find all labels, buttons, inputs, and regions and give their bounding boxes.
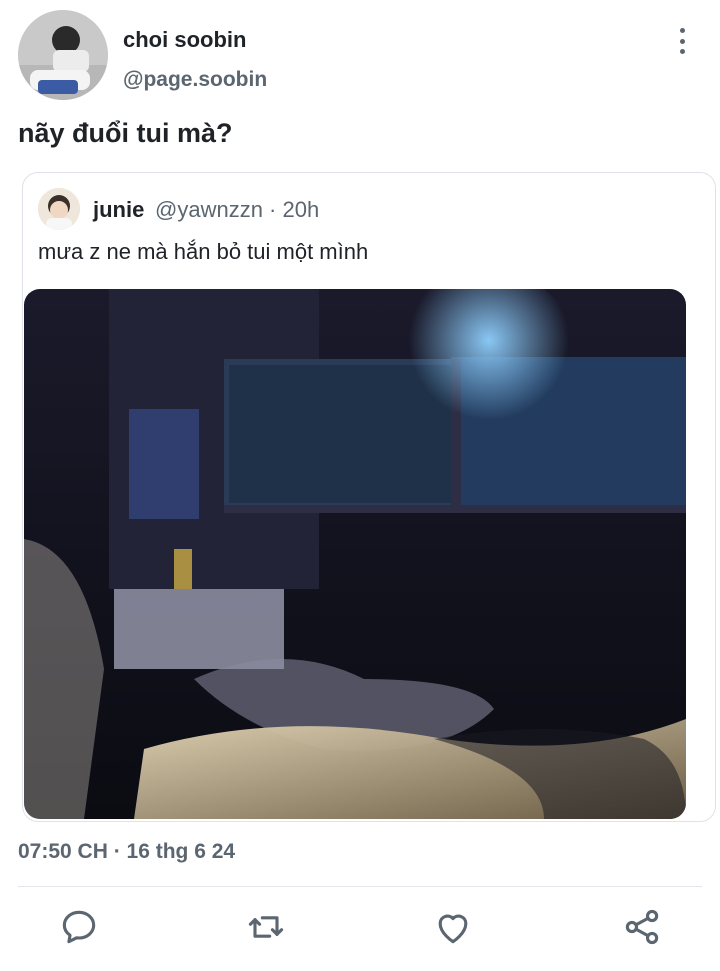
- post-timestamp: 07:50 CH · 16 thg 6 24: [18, 840, 236, 863]
- quoted-author-name: junie: [93, 197, 145, 222]
- more-vertical-icon[interactable]: [672, 28, 692, 54]
- quoted-avatar: [38, 188, 80, 230]
- quoted-text: mưa z ne mà hắn bỏ tui một mình: [38, 239, 369, 264]
- post-text: nãy đuổi tui mà?: [18, 118, 233, 148]
- quoted-author-meta: @yawnzzn · 20h: [155, 197, 320, 222]
- author-handle[interactable]: @page.soobin: [123, 68, 267, 92]
- author-display-name[interactable]: choi soobin: [123, 27, 246, 53]
- divider: [18, 886, 702, 887]
- quoted-photo[interactable]: [24, 289, 686, 819]
- reply-icon[interactable]: [57, 905, 101, 949]
- quoted-post[interactable]: junie @yawnzzn · 20h mưa z ne mà hắn bỏ …: [22, 172, 716, 822]
- heart-icon[interactable]: [431, 905, 475, 949]
- post-actions: [0, 905, 720, 953]
- share-icon[interactable]: [620, 905, 664, 949]
- retweet-icon[interactable]: [244, 905, 288, 949]
- author-avatar[interactable]: [18, 10, 108, 100]
- post-header: choi soobin @page.soobin: [18, 10, 702, 102]
